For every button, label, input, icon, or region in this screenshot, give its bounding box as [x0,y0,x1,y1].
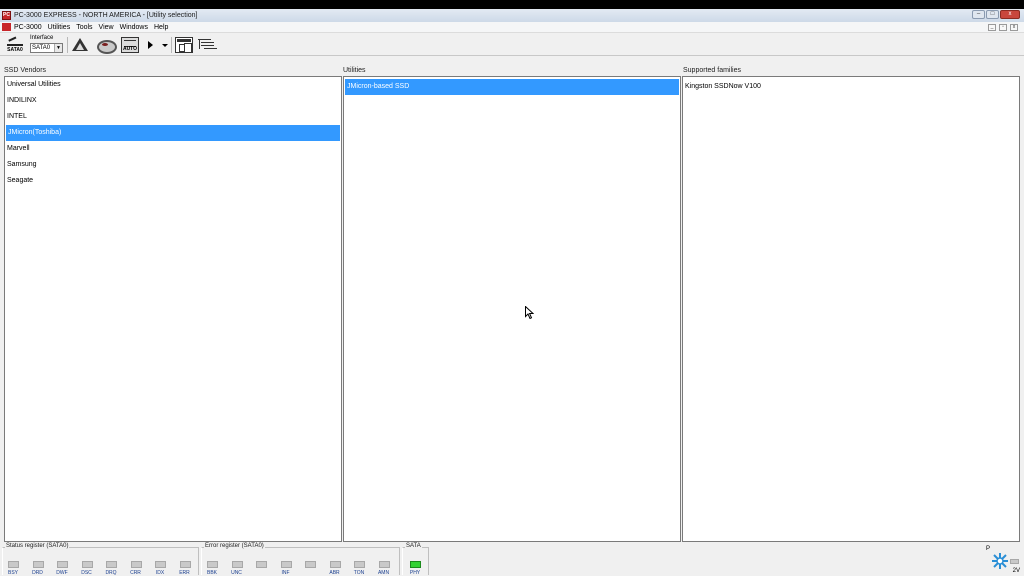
led-indicator [32,561,44,568]
app-icon[interactable]: PC [2,11,11,20]
vendor-item-samsung[interactable]: Samsung [5,157,341,173]
minimize-button[interactable]: – [972,10,985,19]
menu-tools[interactable]: Tools [76,24,92,31]
mdi-minimize-button[interactable]: _ [988,24,996,31]
led-indicator [8,561,19,568]
title-bar[interactable]: PC PC-3000 EXPRESS - NORTH AMERICA - [Ut… [0,9,1024,22]
led-label: DWF [56,570,68,576]
utilities-list[interactable]: JMicron-based SSD [343,76,681,542]
led-label: PHY [409,570,421,576]
led-indicator [231,561,243,568]
window-controls: – □ x [972,10,1020,19]
led-indicator [329,561,341,568]
menu-utilities[interactable]: Utilities [48,24,71,31]
led-label: ERR [179,570,190,576]
led-label: BBK [206,570,217,576]
led-label: IDX [155,570,165,576]
vendor-item-jmicron[interactable]: JMicron(Toshiba) [6,125,340,141]
led-indicator [410,561,421,568]
menu-bar: PC-3000 Utilities Tools View Windows Hel… [0,22,1024,33]
menu-windows[interactable]: Windows [120,24,148,31]
led-indicator [207,561,218,568]
menu-pc3000[interactable]: PC-3000 [14,24,42,31]
led-indicator [305,561,316,568]
auto-label: AUTO [122,46,138,52]
sata-port-button[interactable]: SATA0 [4,36,26,54]
vendors-header: SSD Vendors [4,67,47,74]
sata-group-title: SATA [405,543,422,549]
led-indicator [81,561,93,568]
sata-group: SATA PHY [402,543,429,576]
led-label: ABR [329,570,340,576]
application-window: PC PC-3000 EXPRESS - NORTH AMERICA - [Ut… [0,9,1024,576]
mdi-controls: _ ▫ x [988,24,1018,31]
pyramid-icon[interactable] [71,37,89,53]
vendor-item-seagate[interactable]: Seagate [5,173,341,189]
led-label: DRQ [105,570,117,576]
family-item-kingston-ssdnow-v100[interactable]: Kingston SSDNow V100 [683,79,1019,95]
play-icon[interactable] [146,37,156,53]
error-register-title: Error register (SATA0) [204,543,265,549]
status-area: Status register (SATA0) BSY DRD DWF DSC DRQ C… [0,543,1024,576]
snowflake-logo-icon [992,553,1008,569]
led-label: UNC [231,570,242,576]
led-indicator [378,561,390,568]
vendor-item-marvell[interactable]: Marvell [5,141,341,157]
led-indicator [354,561,365,568]
led-label: TON [353,570,365,576]
led-indicator [106,561,117,568]
toolbar-separator [171,37,172,53]
vendor-item-universal-utilities[interactable]: Universal Utilities [5,77,341,93]
tree-view-icon[interactable] [197,37,215,53]
vendor-item-indilinx[interactable]: INDILINX [5,93,341,109]
mdi-restore-button[interactable]: ▫ [999,24,1007,31]
document-icon[interactable] [2,23,11,31]
windows-layout-icon[interactable] [175,37,193,53]
families-list[interactable]: Kingston SSDNow V100 [682,76,1020,542]
menu-help[interactable]: Help [154,24,168,31]
led-label: DSC [81,570,92,576]
interface-select[interactable]: SATA0 ▼ [30,43,63,53]
toolbar: SATA0 Interface SATA0 ▼ AUTO [0,34,1024,56]
interface-label: Interface [30,35,54,41]
menu-view[interactable]: View [99,24,114,31]
chevron-down-icon[interactable]: ▼ [54,44,62,52]
sata-port-label: SATA0 [7,47,23,53]
vendor-item-intel[interactable]: INTEL [5,109,341,125]
corner-logo: P 2V [985,546,1021,575]
power-led [1010,559,1019,564]
led-indicator [155,561,166,568]
error-register-group: Error register (SATA0) BBK UNC INF ABR TON AM… [201,543,400,576]
led-indicator [256,561,267,568]
led-indicator [179,561,191,568]
families-header: Supported families [683,67,741,74]
utility-item-jmicron-based-ssd[interactable]: JMicron-based SSD [345,79,679,95]
vendors-list[interactable]: Universal Utilities INDILINX INTEL JMicr… [4,76,342,542]
toolbar-separator [67,37,68,53]
corner-v-label: 2V [1012,568,1020,574]
interface-select-value: SATA0 [32,45,51,51]
close-button[interactable]: x [1000,10,1020,19]
led-label: CRR [130,570,141,576]
maximize-button[interactable]: □ [986,10,999,19]
utilities-header: Utilities [343,67,366,74]
led-label: DRD [32,570,43,576]
disk-icon[interactable] [96,37,117,54]
status-register-title: Status register (SATA0) [5,543,70,549]
led-indicator [57,561,68,568]
dropdown-arrow-icon[interactable] [159,37,169,53]
led-label: BSY [7,570,18,576]
led-indicator [280,561,292,568]
status-register-group: Status register (SATA0) BSY DRD DWF DSC DRQ C… [2,543,199,576]
window-title: PC-3000 EXPRESS - NORTH AMERICA - [Utili… [14,12,198,19]
led-label: INF [281,570,290,576]
mdi-close-button[interactable]: x [1010,24,1018,31]
auto-icon[interactable]: AUTO [121,37,139,53]
led-label: AMN [377,570,390,576]
sata-connector-icon [7,37,23,46]
led-indicator [130,561,142,568]
